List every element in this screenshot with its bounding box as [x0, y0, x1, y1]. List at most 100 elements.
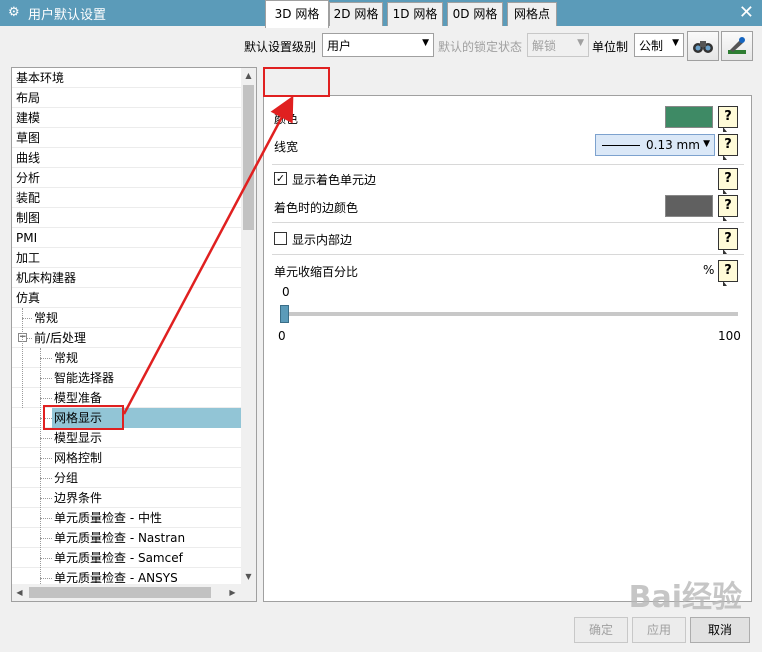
color-swatch[interactable] — [665, 106, 713, 128]
chevron-down-icon: ▼ — [703, 139, 710, 149]
tree-item-label: 单元质量检查 - Samcef — [54, 551, 183, 565]
tree-item[interactable]: 边界条件 — [12, 488, 242, 508]
tree-item[interactable]: 加工 — [12, 248, 242, 268]
help-icon[interactable]: ? — [718, 260, 738, 286]
tree-item-label: 仿真 — [16, 291, 41, 305]
level-dropdown[interactable]: 用户 ▼ — [322, 33, 434, 57]
tree-item-label: 建模 — [16, 111, 41, 125]
tab-3d-mesh[interactable]: 3D 网格 — [265, 0, 329, 28]
tree-guide-line — [22, 318, 32, 319]
chevron-down-icon: ▼ — [672, 38, 679, 48]
tree-item[interactable]: 仿真 — [12, 288, 242, 308]
unit-label: 单位制 — [592, 40, 629, 54]
shrink-slider-thumb[interactable] — [280, 305, 289, 323]
tree-items: 基本环境 布局 建模 草图 曲线 分析 装配 制图 PMI 加工 机床构建器 仿真 常规 − 前/后处理 常规… — [12, 68, 242, 588]
tree-item[interactable]: 模型显示 — [12, 428, 242, 448]
tab-mesh-points[interactable]: 网格点 — [507, 2, 557, 26]
manage-defaults-button[interactable] — [721, 31, 753, 61]
level-label: 默认设置级别 — [244, 40, 317, 54]
tree-item-label: 前/后处理 — [34, 331, 87, 345]
category-tree[interactable]: 基本环境 布局 建模 草图 曲线 分析 装配 制图 PMI 加工 机床构建器 仿真 常规 − 前/后处理 常规… — [11, 67, 257, 602]
tree-horizontal-scrollbar[interactable]: ◀ ▶ — [12, 584, 256, 601]
tree-item[interactable]: 智能选择器 — [12, 368, 242, 388]
tree-item-label: 装配 — [16, 191, 41, 205]
show-shaded-edges-checkbox[interactable]: ✓ — [274, 172, 287, 185]
help-icon[interactable]: ? — [718, 134, 738, 160]
scroll-down-icon[interactable]: ▼ — [241, 569, 256, 584]
shrink-label: 单元收缩百分比 — [274, 265, 359, 279]
tree-item[interactable]: 模型准备 — [12, 388, 242, 408]
tree-item[interactable]: 基本环境 — [12, 68, 242, 88]
tree-item[interactable]: 草图 — [12, 128, 242, 148]
tab-2d-mesh[interactable]: 2D 网格 — [329, 2, 383, 26]
scroll-up-icon[interactable]: ▲ — [241, 68, 256, 83]
tree-item[interactable]: 建模 — [12, 108, 242, 128]
tree-item[interactable]: 装配 — [12, 188, 242, 208]
color-label: 颜色 — [274, 112, 299, 126]
tree-item[interactable]: 单元质量检查 - Samcef — [12, 548, 242, 568]
tree-item[interactable]: 分析 — [12, 168, 242, 188]
tree-guide-line — [40, 498, 52, 499]
tree-item-label: 布局 — [16, 91, 41, 105]
ok-button[interactable]: 确定 — [574, 617, 628, 643]
wrench-icon — [728, 37, 746, 54]
shrink-slider-track[interactable] — [280, 312, 738, 316]
help-icon[interactable]: ? — [718, 195, 738, 221]
tab-1d-mesh[interactable]: 1D 网格 — [387, 2, 443, 26]
lock-label: 默认的锁定状态 — [438, 40, 523, 54]
cancel-button[interactable]: 取消 — [690, 617, 750, 643]
tree-item-label: 常规 — [54, 351, 79, 365]
slider-min-label: 0 — [278, 329, 286, 343]
tree-item-label: PMI — [16, 231, 38, 245]
tree-item[interactable]: 布局 — [12, 88, 242, 108]
shrink-value: 0 — [282, 285, 290, 299]
tree-item[interactable]: 网格控制 — [12, 448, 242, 468]
scroll-left-icon[interactable]: ◀ — [12, 584, 27, 601]
unit-dropdown[interactable]: 公制 ▼ — [634, 33, 684, 57]
scroll-right-icon[interactable]: ▶ — [225, 584, 240, 601]
tree-item[interactable]: 机床构建器 — [12, 268, 242, 288]
tree-item-label: 单元质量检查 - Nastran — [54, 531, 186, 545]
linewidth-value: 0.13 mm — [646, 138, 700, 152]
scroll-thumb[interactable] — [243, 85, 254, 230]
tree-item[interactable]: 常规 — [12, 348, 242, 368]
tree-item[interactable]: 常规 — [12, 308, 242, 328]
find-defaults-button[interactable] — [687, 31, 719, 61]
tree-guide-line — [40, 518, 52, 519]
tree-item[interactable]: 曲线 — [12, 148, 242, 168]
tree-item-label: 模型显示 — [54, 431, 103, 445]
tree-guide-line — [22, 308, 23, 408]
tree-item[interactable]: 单元质量检查 - Nastran — [12, 528, 242, 548]
shaded-edge-color-swatch[interactable] — [665, 195, 713, 217]
settings-panel: 颜色 ? 线宽 0.13 mm ▼ ? ✓ 显示着色单元边 ? 着色时的边颜色 … — [263, 95, 752, 602]
chevron-down-icon: ▼ — [422, 38, 429, 48]
lock-dropdown: 解锁 ▼ — [527, 33, 589, 57]
tree-item[interactable]: 单元质量检查 - 中性 — [12, 508, 242, 528]
help-icon[interactable]: ? — [718, 106, 738, 132]
shrink-unit: % — [703, 263, 715, 277]
tree-item[interactable]: − 前/后处理 — [12, 328, 242, 348]
tree-item-label: 制图 — [16, 211, 41, 225]
help-icon[interactable]: ? — [718, 168, 738, 194]
tab-0d-mesh[interactable]: 0D 网格 — [447, 2, 503, 26]
linewidth-dropdown[interactable]: 0.13 mm ▼ — [595, 134, 715, 156]
tree-guide-line — [40, 538, 52, 539]
highlight-box — [263, 67, 330, 97]
tree-item[interactable]: 分组 — [12, 468, 242, 488]
chevron-down-icon: ▼ — [577, 38, 584, 48]
scroll-thumb[interactable] — [29, 587, 211, 598]
apply-button[interactable]: 应用 — [632, 617, 686, 643]
show-interior-edges-checkbox[interactable] — [274, 232, 287, 245]
tree-vertical-scrollbar[interactable]: ▲ ▼ — [241, 68, 256, 584]
help-icon[interactable]: ? — [718, 228, 738, 254]
tree-item-label: 边界条件 — [54, 491, 103, 505]
lock-value: 解锁 — [532, 39, 557, 53]
tree-item-label: 曲线 — [16, 151, 41, 165]
close-icon[interactable]: ✕ — [739, 2, 754, 24]
tree-item-label: 网格显示 — [52, 408, 242, 428]
tree-item[interactable]: 网格显示 — [12, 408, 242, 428]
tree-item[interactable]: PMI — [12, 228, 242, 248]
tree-item[interactable]: 制图 — [12, 208, 242, 228]
tree-item-label: 基本环境 — [16, 71, 65, 85]
tree-item-label: 模型准备 — [54, 391, 103, 405]
